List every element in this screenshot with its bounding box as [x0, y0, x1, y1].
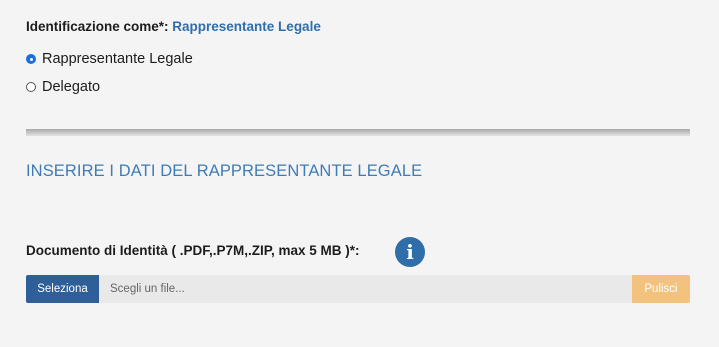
select-file-button[interactable]: Seleziona — [26, 275, 99, 303]
radio-label: Rappresentante Legale — [42, 51, 193, 67]
identification-value: Rappresentante Legale — [172, 19, 321, 34]
identification-label: Identificazione come*: — [26, 19, 173, 34]
file-upload-row: Seleziona Pulisci — [26, 275, 690, 303]
identification-row: Identificazione come*: Rappresentante Le… — [26, 19, 321, 34]
section-divider — [26, 129, 690, 136]
section-title: INSERIRE I DATI DEL RAPPRESENTANTE LEGAL… — [26, 162, 423, 180]
document-label: Documento di Identità ( .PDF,.P7M,.ZIP, … — [26, 243, 360, 258]
info-circle-icon[interactable]: i — [395, 237, 425, 267]
radio-delegato[interactable]: Delegato — [26, 79, 100, 95]
radio-label: Delegato — [42, 79, 101, 95]
file-input[interactable] — [99, 275, 632, 303]
radio-rappresentante-legale[interactable]: Rappresentante Legale — [26, 51, 193, 67]
radio-button-unchecked[interactable] — [26, 82, 36, 92]
clear-file-button[interactable]: Pulisci — [632, 275, 690, 303]
radio-button-checked[interactable] — [26, 54, 36, 64]
